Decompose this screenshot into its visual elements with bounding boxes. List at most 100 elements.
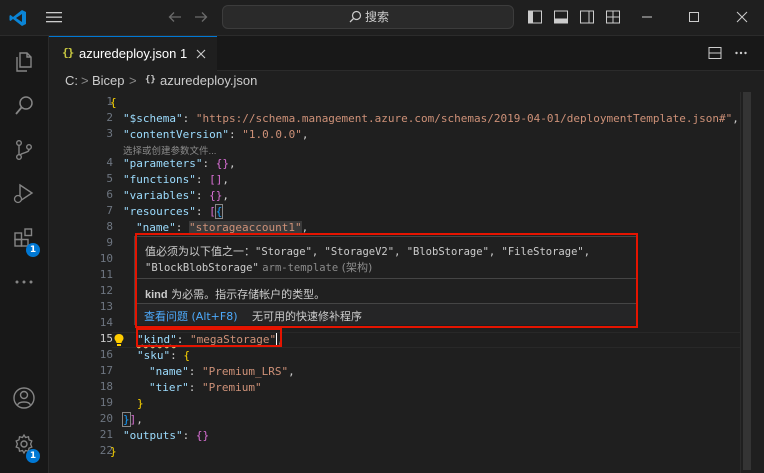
- hover-status-bar: 查看问题 (Alt+F8) 无可用的快速修补程序: [135, 303, 636, 325]
- activity-source-control[interactable]: [0, 128, 48, 172]
- account-icon: [13, 387, 35, 409]
- code-line-20: }],: [122, 412, 143, 427]
- vscode-logo-icon: [9, 10, 26, 26]
- json-key: "outputs": [123, 429, 183, 442]
- line-number: 9: [106, 236, 113, 249]
- activity-more[interactable]: [0, 260, 48, 304]
- no-quick-fix-label: 无可用的快速修补程序: [252, 310, 362, 323]
- toggle-secondary-sidebar-icon[interactable]: [579, 9, 595, 25]
- json-key: "contentVersion": [123, 128, 229, 141]
- line-number: 1: [106, 95, 113, 108]
- code-line-21: "outputs": {}: [123, 429, 210, 442]
- hover-problem-popup: 值必须为以下值之一："Storage", "StorageV2", "BlobS…: [134, 236, 637, 325]
- breadcrumb-drive[interactable]: C:: [65, 73, 78, 88]
- json-string: "Premium_LRS": [202, 365, 289, 378]
- hover-message-prefix: 值必须为以下值之一：: [145, 245, 255, 258]
- json-key: "kind": [137, 333, 177, 346]
- json-key: "parameters": [123, 157, 203, 170]
- code-line-4: "parameters": {},: [123, 157, 236, 170]
- view-problem-link[interactable]: 查看问题 (Alt+F8): [144, 308, 238, 324]
- line-number: 13: [99, 300, 113, 313]
- breadcrumb: C: > Bicep > {} azuredeploy.json: [49, 70, 764, 92]
- hamburger-icon[interactable]: [45, 10, 63, 24]
- line-number: 10: [99, 252, 113, 265]
- hover-source-suffix: (架构): [341, 261, 373, 274]
- activity-explorer[interactable]: [0, 40, 48, 84]
- breadcrumb-json-icon: {}: [145, 75, 156, 85]
- json-key: "functions": [123, 173, 196, 186]
- toggle-primary-sidebar-icon[interactable]: [527, 9, 543, 25]
- line-number: 22: [99, 444, 113, 457]
- line-number: 20: [99, 412, 113, 425]
- line-number: 15: [99, 332, 113, 345]
- toggle-panel-icon[interactable]: [553, 9, 569, 25]
- json-file-icon: {}: [62, 46, 74, 59]
- code-line-7: "resources": [{: [123, 204, 224, 219]
- more-icon: [15, 280, 33, 284]
- hover-message: 值必须为以下值之一："Storage", "StorageV2", "BlobS…: [145, 244, 630, 276]
- arrow-left-icon[interactable]: [167, 9, 183, 25]
- search-placeholder: 搜索: [364, 10, 389, 24]
- json-string: "Premium": [202, 381, 262, 394]
- code-line-15: "kind": "megaStorage",: [137, 333, 284, 346]
- line-number: 12: [99, 284, 113, 297]
- breadcrumb-separator: >: [129, 73, 137, 88]
- code-line-3: "contentVersion": "1.0.0.0",: [123, 128, 309, 141]
- minimize-icon[interactable]: [641, 11, 653, 23]
- line-number: 8: [106, 220, 113, 233]
- hover-kind-desc: 为必需。指示存储帐户的类型。: [171, 288, 326, 301]
- line-number: 6: [106, 188, 113, 201]
- brace: {: [110, 96, 117, 109]
- search-icon: [349, 10, 362, 23]
- tab-azuredeploy-json[interactable]: {} azuredeploy.json 1: [49, 36, 217, 71]
- line-number: 21: [99, 428, 113, 441]
- line-number: 19: [99, 396, 113, 409]
- json-key: "sku": [137, 349, 171, 362]
- breadcrumb-file[interactable]: azuredeploy.json: [160, 73, 257, 88]
- activity-manage[interactable]: 1: [0, 424, 48, 468]
- more-actions-icon[interactable]: [734, 46, 748, 60]
- json-key: "tier": [149, 381, 189, 394]
- close-icon[interactable]: [736, 11, 748, 23]
- code-line-17: "name": "Premium_LRS",: [149, 365, 295, 378]
- activity-accounts[interactable]: [0, 376, 48, 420]
- lightbulb-icon[interactable]: [113, 333, 125, 347]
- customize-layout-icon[interactable]: [605, 9, 621, 25]
- line-number: 3: [106, 127, 113, 140]
- tab-title: azuredeploy.json 1: [79, 46, 187, 61]
- run-debug-icon: [13, 183, 34, 204]
- tab-problem-count: 1: [179, 46, 188, 61]
- codelens-parameter-file[interactable]: 选择或创建参数文件...: [123, 143, 216, 157]
- editor-scrollbar[interactable]: [740, 92, 751, 473]
- line-number: 18: [99, 380, 113, 393]
- breadcrumb-separator: >: [81, 73, 89, 88]
- hover-description: kind 为必需。指示存储帐户的类型。: [145, 286, 325, 302]
- line-number: 16: [99, 348, 113, 361]
- command-center-search[interactable]: 搜索: [222, 5, 514, 29]
- scrollbar-thumb[interactable]: [743, 92, 751, 470]
- maximize-icon[interactable]: [688, 11, 700, 23]
- json-key: "name": [136, 221, 176, 234]
- breadcrumb-folder[interactable]: Bicep: [92, 73, 125, 88]
- json-key: "resources": [123, 205, 196, 218]
- arrow-right-icon[interactable]: [193, 9, 209, 25]
- close-tab-icon[interactable]: [195, 48, 207, 60]
- line-number: 4: [106, 156, 113, 169]
- activity-search[interactable]: [0, 84, 48, 128]
- line-number: 17: [99, 364, 113, 377]
- extensions-badge: 1: [26, 243, 40, 257]
- json-string: "1.0.0.0": [242, 128, 302, 141]
- activity-run-debug[interactable]: [0, 172, 48, 216]
- split-editor-icon[interactable]: [708, 46, 722, 60]
- json-string: "https://schema.management.azure.com/sch…: [195, 112, 733, 125]
- hover-kind-word: kind: [145, 289, 168, 301]
- tab-filename: azuredeploy.json: [79, 46, 177, 61]
- line-number: 5: [106, 172, 113, 185]
- code-line-8: "name": "storageaccount1",: [136, 221, 309, 234]
- search-box-label: 搜索: [223, 6, 515, 28]
- hover-source: arm-template: [262, 262, 339, 274]
- line-number: 2: [106, 111, 113, 124]
- json-key: "variables": [123, 189, 196, 202]
- editor-tab-bar: {} azuredeploy.json 1: [49, 36, 764, 71]
- activity-extensions[interactable]: 1: [0, 216, 48, 260]
